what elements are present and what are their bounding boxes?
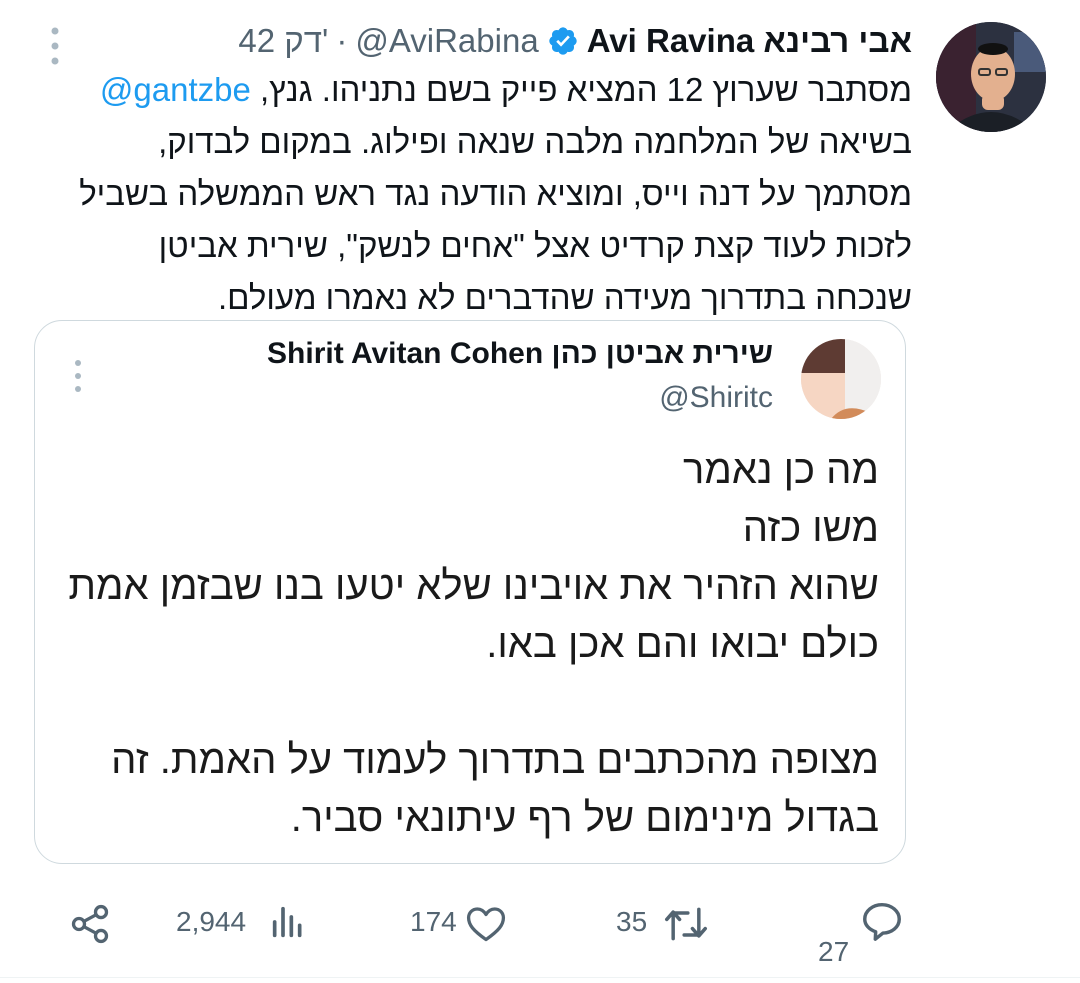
tweet-line: לזכות לעוד קצת קרדיט אצל "אחים לנשק", שי…: [158, 227, 912, 264]
reply-count: 27: [818, 936, 850, 967]
like-icon[interactable]: [464, 902, 508, 946]
verified-badge-icon: [549, 27, 577, 55]
views-count: 2,944: [176, 906, 247, 937]
quoted-line: מצופה מהכתבים בתדרוך לעמוד על האמת. זה: [111, 738, 879, 782]
retweet-count: 35: [616, 906, 648, 937]
author-name[interactable]: Avi Ravina אבי רבינא: [587, 22, 912, 60]
tweet-line: שנכחה בתדרוך מעידה שהדברים לא נאמרו מעול…: [217, 279, 912, 316]
quoted-line: מה כן נאמר: [683, 448, 879, 492]
quoted-line: כולם יבואו והם אכן באו.: [486, 622, 879, 666]
reply-icon[interactable]: [858, 898, 906, 944]
quoted-author-photo: [801, 339, 881, 419]
quoted-line-empty: [59, 673, 879, 731]
quoted-tweet-text: מה כן נאמר משו כזה שהוא הזהיר את אויבינו…: [59, 441, 879, 847]
tweet-line: מסתמך על דנה וייס, ומוציא הודעה נגד ראש …: [79, 175, 912, 212]
like-count: 174: [410, 906, 457, 937]
quoted-author-handle[interactable]: @Shiritc: [659, 381, 773, 415]
quoted-author-avatar[interactable]: [801, 339, 881, 419]
more-vertical-icon[interactable]: [44, 26, 66, 66]
author-avatar[interactable]: [936, 22, 1046, 132]
author-handle[interactable]: @AviRabina: [355, 22, 538, 60]
more-vertical-icon[interactable]: [69, 359, 87, 393]
quoted-line: בגדול מינימום של רף עיתונאי סביר.: [290, 796, 879, 840]
tweet-line: מסתבר שערוץ 12 המציא פייק בשם נתניהו. גנ…: [99, 71, 912, 108]
views-icon[interactable]: [268, 902, 308, 942]
tweet-text: מסתבר שערוץ 12 המציא פייק בשם נתניהו. גנ…: [52, 64, 912, 324]
header-separator: ·: [336, 22, 348, 59]
share-icon[interactable]: [68, 902, 112, 946]
tweet-line: בשיאה של המלחמה מלבה שנאה ופילוג. במקום …: [158, 123, 912, 160]
tweet-time[interactable]: 42 דק': [238, 22, 328, 60]
bottom-divider: [0, 977, 1080, 978]
quoted-tweet-card[interactable]: Shirit Avitan Cohen שירית אביטן כהן @Shi…: [34, 320, 906, 864]
retweet-icon[interactable]: [662, 902, 710, 946]
author-photo: [936, 22, 1046, 132]
quoted-author-name[interactable]: Shirit Avitan Cohen שירית אביטן כהן: [267, 337, 773, 371]
quoted-line: שהוא הזהיר את אויבינו שלא יטעו בנו שבזמן…: [68, 564, 879, 608]
quoted-line: משו כזה: [742, 506, 879, 550]
tweet-header: 42 דק' · @AviRabina Avi Ravina אבי רבינא: [238, 16, 912, 66]
mention-link[interactable]: @gantzbe: [100, 71, 251, 108]
